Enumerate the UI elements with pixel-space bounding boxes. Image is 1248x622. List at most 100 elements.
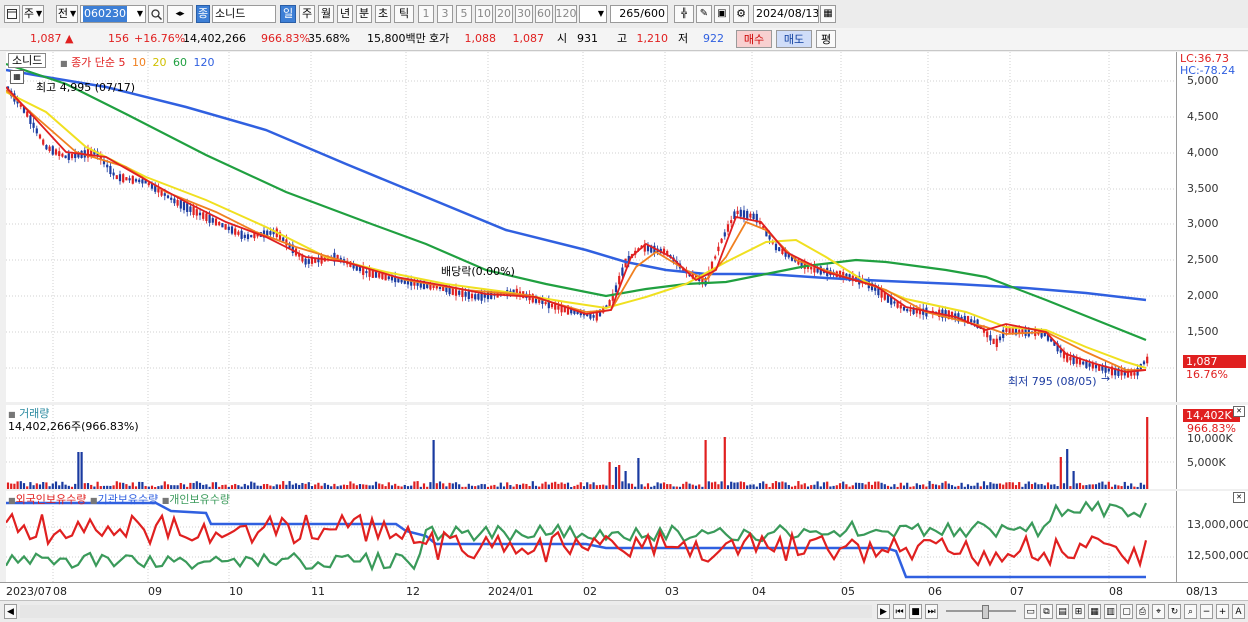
- search-button[interactable]: [148, 5, 164, 23]
- candle: [234, 228, 237, 235]
- candle: [176, 199, 179, 206]
- interval-custom-select[interactable]: ▼: [579, 5, 607, 23]
- volume-bar: [1078, 482, 1082, 489]
- candle: [48, 146, 51, 152]
- ma-legend[interactable]: ■ 종가 단순 5 10 20 60 120: [60, 54, 215, 70]
- volume-bar: [848, 486, 851, 489]
- market-type-select[interactable]: 전 ▼: [56, 5, 78, 23]
- scroll-track[interactable]: [20, 605, 872, 618]
- volume-bar: [512, 486, 515, 489]
- volume-bar: [800, 484, 803, 489]
- volume-bar: [909, 486, 912, 489]
- stock-legend[interactable]: 소니드: [8, 53, 47, 68]
- copy-icon[interactable]: ⧉: [1040, 604, 1053, 619]
- scroll-right-icon[interactable]: ▶: [877, 604, 890, 619]
- x-tick: 05: [841, 585, 855, 598]
- bars-icon[interactable]: ▥: [1104, 604, 1117, 619]
- table-icon[interactable]: ▦: [10, 70, 24, 84]
- stop-icon[interactable]: ■: [909, 604, 922, 619]
- candle: [467, 291, 470, 299]
- candle: [1146, 356, 1149, 364]
- x-axis: [0, 582, 1248, 601]
- interval-10[interactable]: 10: [475, 5, 493, 23]
- refresh-icon[interactable]: ↻: [1168, 604, 1181, 619]
- tab-day[interactable]: 일: [280, 5, 296, 23]
- volume-bar: [941, 482, 944, 489]
- volume-bar: [1120, 486, 1123, 489]
- price-chart-panel[interactable]: [5, 52, 1176, 402]
- count-input[interactable]: 265/600: [610, 5, 668, 23]
- buy-button[interactable]: 매수: [736, 30, 772, 48]
- font-size-icon[interactable]: A: [1232, 604, 1245, 619]
- sell-button[interactable]: 매도: [776, 30, 812, 48]
- volume-bar: [480, 483, 483, 489]
- settings-button[interactable]: ⚙: [733, 5, 749, 23]
- zoom-icon[interactable]: ⌕: [1184, 604, 1197, 619]
- tab-tick[interactable]: 틱: [394, 5, 414, 23]
- volume-bar: [326, 484, 330, 489]
- panel-icon[interactable]: ▢: [1120, 604, 1133, 619]
- candle: [992, 338, 995, 344]
- volume-bar: [218, 486, 221, 489]
- eval-button[interactable]: 평: [816, 30, 836, 48]
- tab-second[interactable]: 초: [375, 5, 391, 23]
- pin-icon[interactable]: ⌖: [1152, 604, 1165, 619]
- stock-name-field[interactable]: 소니드: [212, 5, 276, 23]
- interval-20[interactable]: 20: [495, 5, 513, 23]
- volume-bar: [515, 484, 518, 489]
- tab-minute[interactable]: 분: [356, 5, 372, 23]
- calendar-button[interactable]: ▦: [820, 5, 836, 23]
- layout-icon[interactable]: ▤: [1056, 604, 1069, 619]
- volume-chart-panel[interactable]: [6, 405, 1176, 489]
- interval-30[interactable]: 30: [515, 5, 533, 23]
- zoom-out-icon[interactable]: −: [1200, 604, 1213, 619]
- interval-3[interactable]: 3: [437, 5, 453, 23]
- interval-120[interactable]: 120: [555, 5, 577, 23]
- date-input[interactable]: 2024/08/13: [753, 5, 819, 23]
- volume-bar: [250, 481, 253, 489]
- volume-bar: [48, 486, 51, 489]
- volume-bar: [352, 483, 355, 489]
- interval-60[interactable]: 60: [535, 5, 553, 23]
- chevron-down-icon[interactable]: ▼: [137, 6, 143, 22]
- split-icon[interactable]: ⊞: [1072, 604, 1085, 619]
- tab-week[interactable]: 주: [299, 5, 315, 23]
- draw-tool-button[interactable]: ✎: [696, 5, 712, 23]
- volume-bar: [883, 484, 886, 489]
- volume-bar: [979, 486, 982, 489]
- prev-stock-button[interactable]: ◂▸: [167, 5, 193, 23]
- zoom-slider-handle[interactable]: [982, 605, 989, 619]
- volume-bar: [1069, 486, 1072, 489]
- volume-bar: [227, 486, 230, 489]
- volume-bar: [240, 486, 243, 489]
- zoom-slider[interactable]: [946, 610, 1016, 612]
- stock-code-input[interactable]: 060230 ▼: [80, 5, 146, 23]
- first-page-icon[interactable]: ⏮: [893, 604, 906, 619]
- holdings-legend[interactable]: ■외국인보유수량 ■기관보유수량 ■개인보유수량: [8, 491, 230, 507]
- volume-bar: [394, 483, 397, 489]
- tab-year[interactable]: 년: [337, 5, 353, 23]
- window-icon[interactable]: ▭: [1024, 604, 1037, 619]
- zoom-in-icon[interactable]: +: [1216, 604, 1229, 619]
- volume-bar: [736, 482, 739, 489]
- candle: [1069, 356, 1072, 361]
- volume-bar: [234, 483, 237, 489]
- volume-bar: [707, 481, 710, 489]
- volume-bar: [1034, 482, 1037, 489]
- layout-icon[interactable]: [4, 5, 20, 23]
- interval-5[interactable]: 5: [456, 5, 472, 23]
- scroll-left-icon[interactable]: ◀: [4, 604, 17, 619]
- print-icon[interactable]: ⎙: [1136, 604, 1149, 619]
- tab-month[interactable]: 월: [318, 5, 334, 23]
- volume-bar: [266, 483, 269, 489]
- volume-bar: [1027, 481, 1030, 489]
- save-button[interactable]: ▣: [714, 5, 730, 23]
- market-select[interactable]: 주 ▼: [22, 5, 44, 23]
- grid-icon[interactable]: ▦: [1088, 604, 1101, 619]
- close-icon[interactable]: ✕: [1233, 492, 1245, 503]
- interval-1[interactable]: 1: [418, 5, 434, 23]
- volume-bar: [976, 482, 979, 489]
- last-page-icon[interactable]: ⏭: [925, 604, 938, 619]
- indicator-button[interactable]: ╬: [674, 5, 694, 23]
- close-icon[interactable]: ✕: [1233, 406, 1245, 417]
